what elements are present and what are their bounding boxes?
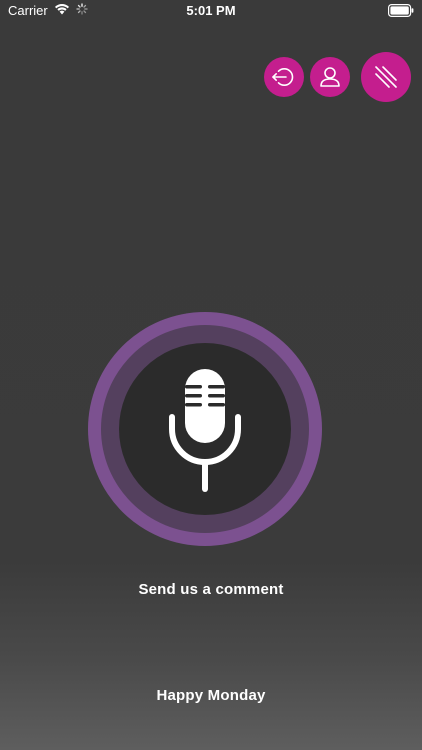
menu-button[interactable] [361, 52, 411, 102]
logout-icon [272, 68, 294, 86]
record-button[interactable] [119, 343, 291, 515]
profile-button[interactable] [310, 57, 350, 97]
microphone-icon [169, 369, 241, 492]
logout-button[interactable] [264, 57, 304, 97]
user-icon [320, 67, 340, 87]
status-time: 5:01 PM [186, 3, 236, 18]
record-button-ring [88, 312, 322, 546]
menu-lines-icon [375, 66, 397, 88]
send-comment-label: Send us a comment [138, 581, 284, 598]
greeting-label: Happy Monday [156, 687, 266, 704]
status-bar: Carrier 5:01 PM [0, 0, 422, 24]
battery-icon [388, 4, 414, 22]
record-button-ring-inner [101, 325, 309, 533]
